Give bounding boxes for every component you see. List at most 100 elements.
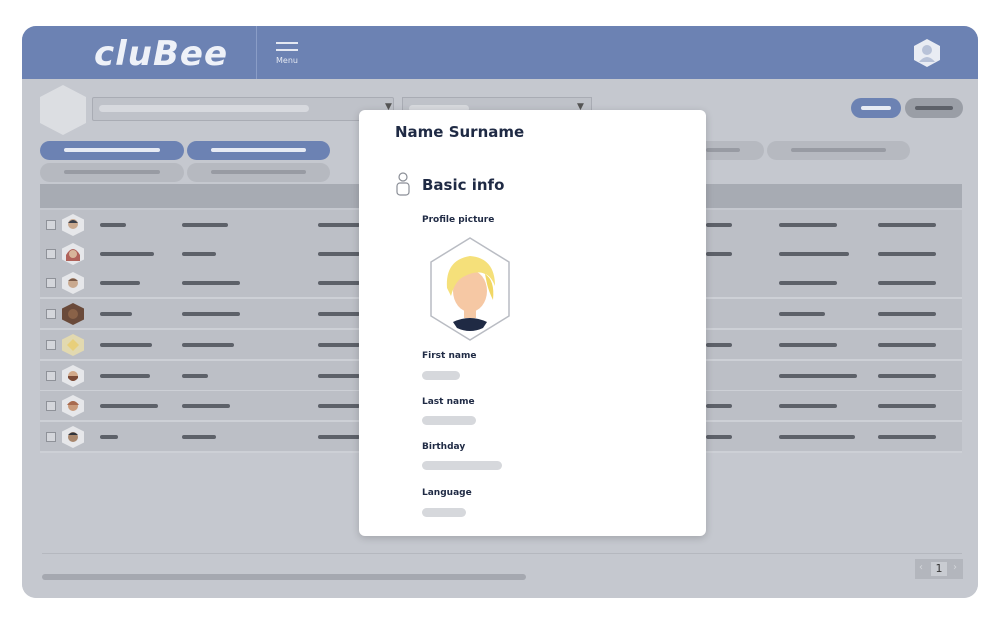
row-checkbox[interactable] — [46, 432, 56, 442]
member-detail-modal: Name Surname Basic info Profile picture … — [359, 110, 706, 536]
tab-label — [211, 148, 306, 152]
cell-placeholder — [182, 252, 216, 256]
cell-placeholder — [878, 281, 936, 285]
subtab-2[interactable] — [187, 163, 330, 182]
tab-label — [211, 170, 306, 174]
cell-placeholder — [779, 281, 837, 285]
member-avatar-icon — [62, 334, 84, 356]
profile-picture-label: Profile picture — [422, 215, 495, 225]
clubee-logo[interactable]: cluBee — [94, 34, 228, 74]
primary-action-button[interactable] — [851, 98, 901, 118]
person-icon — [396, 172, 410, 196]
tab-label — [706, 148, 740, 152]
row-checkbox[interactable] — [46, 371, 56, 381]
tab-1[interactable] — [40, 141, 184, 160]
cell-placeholder — [318, 281, 360, 285]
club-hex-placeholder-icon — [40, 85, 86, 135]
cell-placeholder — [779, 343, 837, 347]
profile-picture-avatar-icon[interactable] — [429, 236, 511, 342]
cell-placeholder — [182, 281, 240, 285]
page-number-button[interactable]: 1 — [931, 562, 947, 576]
row-checkbox[interactable] — [46, 401, 56, 411]
menu-button[interactable]: Menu — [272, 40, 302, 68]
cell-placeholder — [878, 374, 936, 378]
row-checkbox[interactable] — [46, 220, 56, 230]
cell-placeholder — [878, 252, 936, 256]
cell-placeholder — [100, 312, 132, 316]
user-avatar-icon[interactable] — [914, 39, 940, 67]
modal-title: Name Surname — [395, 123, 525, 141]
language-label: Language — [422, 488, 472, 498]
tab-label — [64, 148, 160, 152]
member-avatar-icon — [62, 365, 84, 387]
row-checkbox[interactable] — [46, 309, 56, 319]
member-avatar-icon — [62, 272, 84, 294]
first-name-value-placeholder — [422, 371, 460, 380]
hamburger-icon-line — [276, 49, 298, 51]
cell-placeholder — [182, 343, 234, 347]
cell-placeholder — [318, 435, 360, 439]
member-avatar-icon — [62, 243, 84, 265]
chevron-left-icon[interactable]: ‹ — [919, 562, 923, 573]
cell-placeholder — [182, 223, 228, 227]
cell-placeholder — [878, 404, 936, 408]
birthday-label: Birthday — [422, 442, 466, 452]
chevron-right-icon[interactable]: › — [953, 562, 957, 573]
cell-placeholder — [318, 252, 360, 256]
cell-placeholder — [100, 281, 140, 285]
cell-placeholder — [779, 435, 855, 439]
cell-placeholder — [100, 404, 158, 408]
tab-4[interactable] — [767, 141, 910, 160]
cell-placeholder — [706, 343, 732, 347]
tab-2[interactable] — [187, 141, 330, 160]
language-value-placeholder — [422, 508, 466, 517]
cell-placeholder — [779, 404, 837, 408]
birthday-value-placeholder — [422, 461, 502, 470]
cell-placeholder — [182, 435, 216, 439]
member-avatar-icon — [62, 395, 84, 417]
horizontal-scrollbar[interactable] — [42, 574, 526, 580]
cell-placeholder — [100, 252, 154, 256]
member-avatar-icon — [62, 303, 84, 325]
cell-placeholder — [100, 435, 118, 439]
search-input[interactable]: ▼ — [92, 97, 394, 121]
secondary-action-button[interactable] — [905, 98, 963, 118]
subtab-1[interactable] — [40, 163, 184, 182]
tab-label — [791, 148, 886, 152]
table-footer-divider — [42, 553, 962, 554]
button-label-placeholder — [861, 106, 891, 110]
cell-placeholder — [318, 223, 360, 227]
cell-placeholder — [779, 223, 837, 227]
cell-placeholder — [706, 404, 732, 408]
cell-placeholder — [779, 312, 825, 316]
cell-placeholder — [779, 374, 857, 378]
cell-placeholder — [318, 404, 360, 408]
member-avatar-icon — [62, 214, 84, 236]
pagination: ‹ 1 › — [915, 559, 963, 579]
cell-placeholder — [706, 223, 732, 227]
row-checkbox[interactable] — [46, 249, 56, 259]
cell-placeholder — [878, 343, 936, 347]
cell-placeholder — [100, 343, 152, 347]
section-title: Basic info — [422, 176, 505, 194]
last-name-label: Last name — [422, 397, 475, 407]
cell-placeholder — [100, 374, 150, 378]
last-name-value-placeholder — [422, 416, 476, 425]
first-name-label: First name — [422, 351, 477, 361]
search-placeholder — [99, 105, 309, 112]
cell-placeholder — [878, 223, 936, 227]
cell-placeholder — [706, 252, 732, 256]
hamburger-icon — [276, 42, 298, 44]
button-label-placeholder — [915, 106, 953, 110]
cell-placeholder — [182, 404, 230, 408]
row-checkbox[interactable] — [46, 278, 56, 288]
cell-placeholder — [100, 223, 126, 227]
top-bar: cluBee Menu — [22, 26, 978, 79]
tab-label — [64, 170, 160, 174]
row-checkbox[interactable] — [46, 340, 56, 350]
menu-label: Menu — [276, 56, 298, 65]
top-bar-divider — [256, 26, 257, 79]
cell-placeholder — [182, 374, 208, 378]
cell-placeholder — [878, 312, 936, 316]
cell-placeholder — [182, 312, 240, 316]
